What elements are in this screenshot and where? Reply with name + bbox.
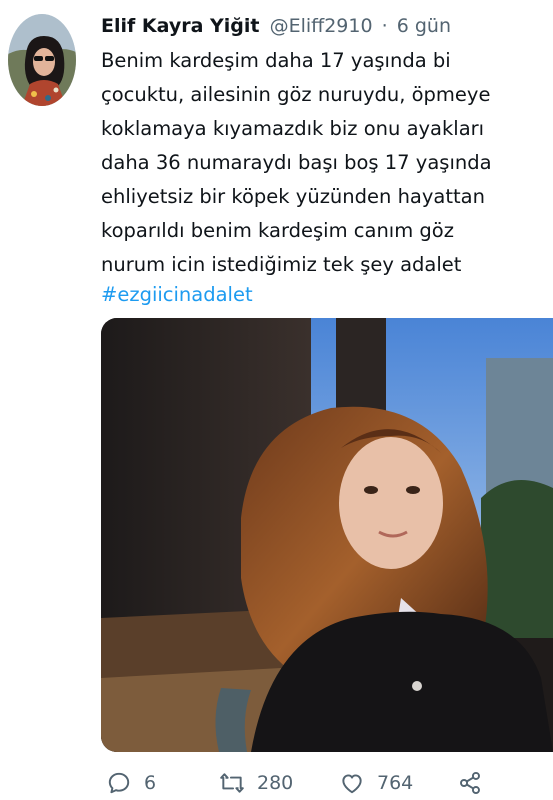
tweet-photo[interactable]: [101, 318, 553, 752]
avatar[interactable]: [8, 14, 76, 106]
tweet-text-line: koklamaya kıyamazdık biz onu ayakları: [101, 117, 485, 140]
tweet[interactable]: Elif Kayra Yiğit @Eliff2910 · 6 gün Beni…: [0, 0, 553, 800]
like-count: 764: [377, 772, 414, 794]
reply-button[interactable]: 6: [106, 766, 156, 800]
tweet-header: Elif Kayra Yiğit @Eliff2910 · 6 gün: [101, 11, 451, 41]
tweet-text-line: Benim kardeşim daha 17 yaşında bi: [101, 49, 451, 72]
retweet-icon: [219, 770, 245, 796]
like-button[interactable]: 764: [339, 766, 413, 800]
reply-icon: [106, 770, 132, 796]
tweet-text-line: koparıldı benim kardeşim canım göz: [101, 219, 454, 242]
tweet-text: Benim kardeşim daha 17 yaşında bi çocukt…: [101, 44, 549, 282]
share-icon: [457, 770, 483, 796]
separator-dot: ·: [381, 15, 388, 37]
heart-icon: [339, 770, 365, 796]
tweet-text-line: ehliyetsiz bir köpek yüzünden hayattan: [101, 185, 485, 208]
retweet-button[interactable]: 280: [219, 766, 293, 800]
author-display-name[interactable]: Elif Kayra Yiğit: [101, 15, 260, 37]
tweet-timestamp[interactable]: 6 gün: [397, 15, 451, 37]
author-handle[interactable]: @Eliff2910: [270, 15, 373, 37]
reply-count: 6: [144, 772, 157, 794]
share-button[interactable]: [457, 766, 495, 800]
photo-image: [101, 318, 553, 752]
hashtag-link[interactable]: #ezgiicinadalet: [101, 278, 253, 312]
retweet-count: 280: [257, 772, 294, 794]
avatar-image: [8, 14, 76, 106]
tweet-text-line: daha 36 numaraydı başı boş 17 yaşında: [101, 151, 492, 174]
tweet-actions: 6 280 764: [101, 766, 553, 800]
tweet-text-line: nurum icin istediğimiz tek şey adalet: [101, 253, 462, 276]
tweet-text-line: çocuktu, ailesinin göz nuruydu, öpmeye: [101, 83, 491, 106]
